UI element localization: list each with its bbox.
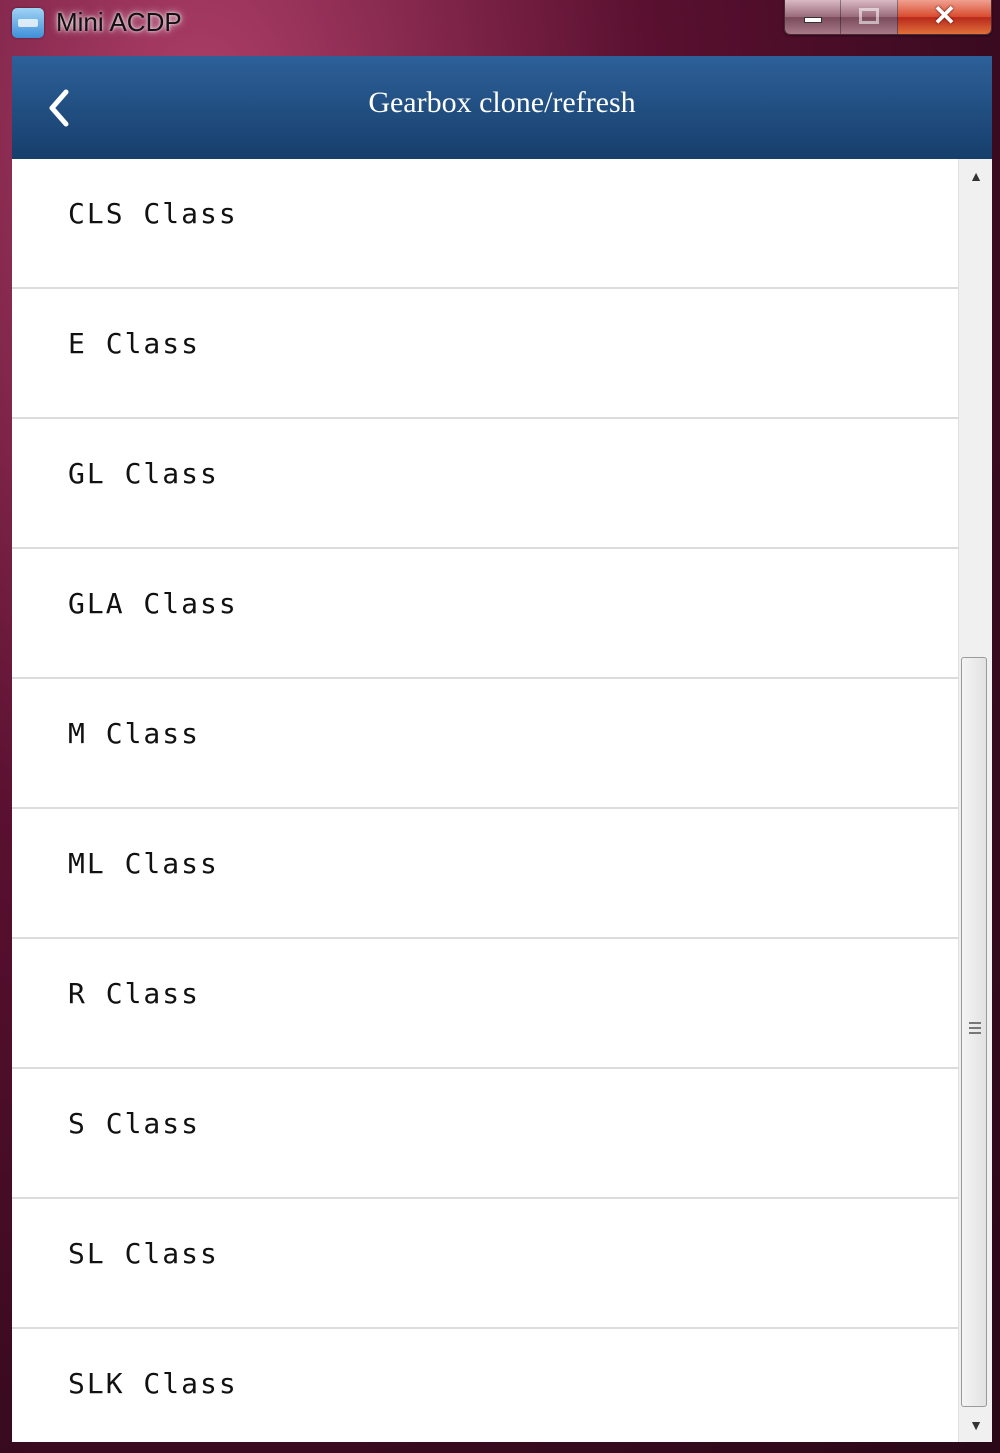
close-button[interactable]: ✕ xyxy=(897,0,991,34)
list-item-label: SL Class xyxy=(68,1237,219,1270)
list-item-label: R Class xyxy=(68,977,201,1010)
list-item-s-class[interactable]: S Class xyxy=(12,1069,958,1199)
list-item-label: E Class xyxy=(68,327,201,360)
page-title: Gearbox clone/refresh xyxy=(368,86,636,119)
close-icon: ✕ xyxy=(932,0,957,31)
list-item-slk-class[interactable]: SLK Class xyxy=(12,1329,958,1442)
list-item-label: ML Class xyxy=(68,847,219,880)
scrollbar-thumb[interactable] xyxy=(961,657,987,1407)
window-title: Mini ACDP xyxy=(56,7,182,37)
list-item-cls-class[interactable]: CLS Class xyxy=(12,159,958,289)
list-item-label: GLA Class xyxy=(68,587,238,620)
list-item-label: CLS Class xyxy=(68,197,238,230)
list-item-m-class[interactable]: M Class xyxy=(12,679,958,809)
scroll-up-button[interactable]: ▲ xyxy=(959,159,992,193)
list-item-gla-class[interactable]: GLA Class xyxy=(12,549,958,679)
app-icon xyxy=(12,8,44,38)
page-header: Gearbox clone/refresh xyxy=(12,56,992,159)
list-item-ml-class[interactable]: ML Class xyxy=(12,809,958,939)
minimize-icon xyxy=(804,17,822,23)
list-item-r-class[interactable]: R Class xyxy=(12,939,958,1069)
scroll-down-button[interactable]: ▼ xyxy=(959,1408,992,1442)
maximize-icon xyxy=(859,8,880,24)
class-list: CLS Class E Class GL Class GLA Class M C… xyxy=(12,159,958,1442)
list-item-e-class[interactable]: E Class xyxy=(12,289,958,419)
window-titlebar[interactable]: Mini ACDP ✕ xyxy=(0,0,1000,52)
list-item-label: M Class xyxy=(68,717,201,750)
list-item-sl-class[interactable]: SL Class xyxy=(12,1199,958,1329)
list-item-label: GL Class xyxy=(68,457,219,490)
app-client-area: Gearbox clone/refresh CLS Class E Class … xyxy=(12,56,992,1442)
list-item-label: SLK Class xyxy=(68,1367,238,1400)
list-item-gl-class[interactable]: GL Class xyxy=(12,419,958,549)
minimize-button[interactable] xyxy=(785,0,842,34)
grip-icon xyxy=(969,1022,981,1036)
maximize-button[interactable] xyxy=(841,0,898,34)
vertical-scrollbar[interactable]: ▲ ▼ xyxy=(958,159,992,1442)
list-item-label: S Class xyxy=(68,1107,201,1140)
window-controls: ✕ xyxy=(784,0,992,35)
